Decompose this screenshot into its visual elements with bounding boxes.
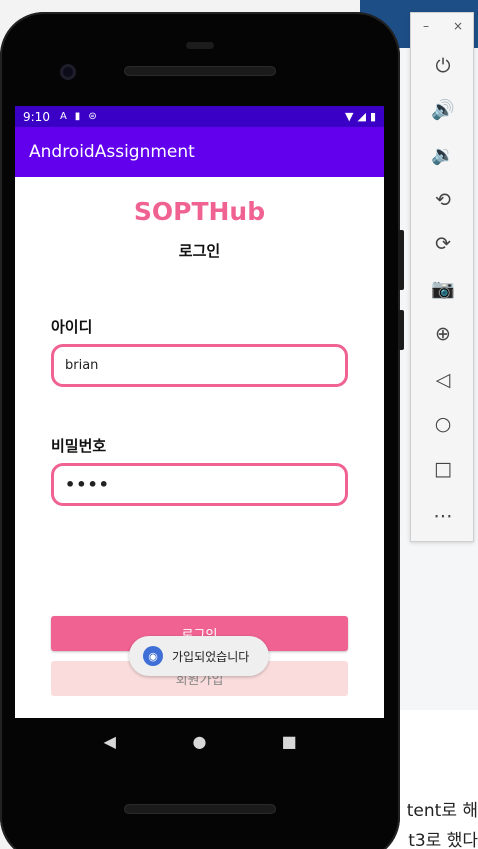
home-icon[interactable]: ● bbox=[187, 732, 211, 751]
recents-icon[interactable]: ■ bbox=[277, 732, 301, 751]
front-camera bbox=[60, 64, 76, 80]
volume-down-icon[interactable]: 🔉 bbox=[411, 144, 475, 166]
status-time: 9:10 bbox=[23, 109, 50, 124]
toast: ◉ 가입되었습니다 bbox=[129, 636, 269, 676]
toast-text: 가입되었습니다 bbox=[172, 649, 250, 664]
rotate-left-icon[interactable]: ⟲ bbox=[411, 189, 475, 211]
id-input[interactable]: brian bbox=[51, 344, 348, 387]
rotate-right-icon[interactable]: ⟳ bbox=[411, 233, 475, 255]
logo-title: SOPTHub bbox=[133, 197, 266, 226]
battery-icon: ▮ bbox=[369, 110, 376, 123]
more-icon[interactable]: ⋯ bbox=[411, 505, 475, 527]
toolbar-window-controls: – × bbox=[411, 13, 475, 39]
usb-icon: ⊜ bbox=[88, 111, 97, 122]
home-icon[interactable]: ○ bbox=[411, 413, 475, 435]
power-icon[interactable]: ⏻ bbox=[411, 55, 475, 77]
notification-a-icon: A bbox=[59, 111, 67, 122]
back-icon[interactable]: ◁ bbox=[411, 369, 475, 391]
top-speaker bbox=[124, 66, 276, 76]
page-subtitle: 로그인 bbox=[178, 242, 221, 260]
android-app-icon: ◉ bbox=[143, 646, 163, 666]
app-bar-title: AndroidAssignment bbox=[29, 142, 195, 162]
side-button-power[interactable] bbox=[398, 230, 404, 290]
minimize-button[interactable]: – bbox=[423, 19, 429, 33]
emulator-toolbar: – × ⏻ 🔊 🔉 ⟲ ⟳ 📷 ⊕ ◁ ○ □ ⋯ bbox=[410, 12, 474, 542]
bottom-speaker bbox=[124, 804, 276, 814]
phone-screen: 9:10 A ▮ ⊜ ▼ ◢ ▮ AndroidAssignment SOPTH… bbox=[15, 106, 384, 718]
volume-up-icon[interactable]: 🔊 bbox=[411, 99, 475, 121]
sd-card-icon: ▮ bbox=[74, 111, 81, 122]
overview-icon[interactable]: □ bbox=[411, 458, 475, 480]
earpiece bbox=[186, 42, 214, 49]
status-right-icons: ▼ ◢ ▮ bbox=[345, 110, 376, 123]
signal-icon: ◢ bbox=[357, 110, 366, 123]
zoom-icon[interactable]: ⊕ bbox=[411, 323, 475, 345]
password-input[interactable]: •••• bbox=[51, 463, 348, 506]
navigation-bar: ◀ ● ■ bbox=[15, 718, 384, 764]
camera-icon[interactable]: 📷 bbox=[411, 278, 475, 300]
id-label: 아이디 bbox=[51, 318, 93, 336]
close-button[interactable]: × bbox=[453, 19, 463, 33]
password-label: 비밀번호 bbox=[51, 437, 107, 455]
app-bar: AndroidAssignment bbox=[15, 127, 384, 177]
wifi-icon: ▼ bbox=[345, 110, 354, 123]
side-button-volume[interactable] bbox=[398, 310, 404, 350]
status-bar: 9:10 A ▮ ⊜ ▼ ◢ ▮ bbox=[15, 106, 384, 127]
back-icon[interactable]: ◀ bbox=[98, 732, 122, 751]
